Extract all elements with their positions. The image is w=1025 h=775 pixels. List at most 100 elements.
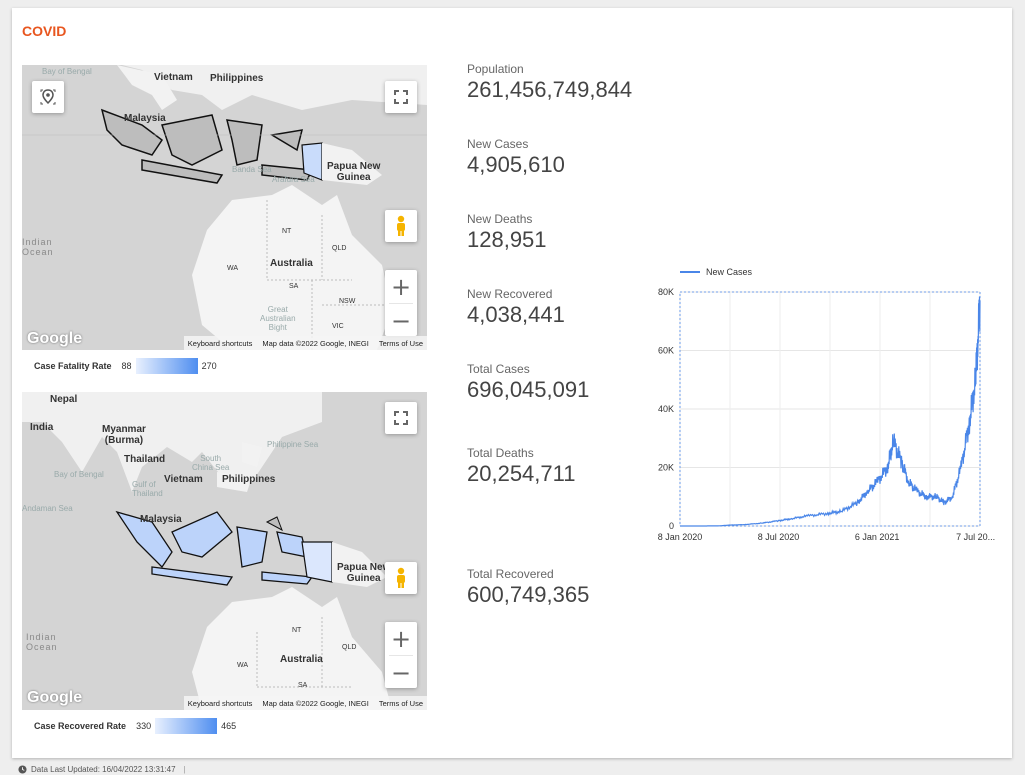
y-tick-label: 20K xyxy=(658,463,674,473)
map-data-text: Map data ©2022 Google, INEGI xyxy=(262,698,369,708)
zoom-control: + − xyxy=(385,622,417,688)
map-label-andaman: Andaman Sea xyxy=(22,504,73,513)
x-tick-label: 6 Jan 2021 xyxy=(855,532,900,542)
map-label-bay: Bay of Bengal xyxy=(42,67,92,76)
legend-max: 270 xyxy=(201,361,217,371)
y-tick-label: 60K xyxy=(658,346,674,356)
map-label-nepal: Nepal xyxy=(50,394,78,405)
kpi-value: 128,951 xyxy=(467,227,547,252)
map-label-sa: SA xyxy=(289,283,299,290)
map-label-banda: Banda Sea xyxy=(232,165,272,174)
zoom-out-button[interactable]: − xyxy=(385,304,417,337)
street-view-button[interactable] xyxy=(385,562,417,594)
google-logo: Google xyxy=(27,689,83,706)
dashboard-page: COVID Bay of Bengal Vietnam Philippines … xyxy=(12,8,1012,758)
kpi-value: 20,254,711 xyxy=(467,461,576,486)
legend-min: 88 xyxy=(121,361,132,371)
kpi-new-deaths: New Deaths 128,951 xyxy=(467,212,547,253)
zoom-in-button[interactable]: + xyxy=(385,270,417,303)
map-label-australia: Australia xyxy=(280,654,323,665)
map-label-philippines: Philippines xyxy=(210,73,264,84)
map-label-australia: Australia xyxy=(270,258,313,269)
map-label-qld: QLD xyxy=(332,245,347,252)
kpi-value: 696,045,091 xyxy=(467,377,590,402)
map-attribution: Keyboard shortcuts Map data ©2022 Google… xyxy=(183,696,427,710)
map-label-vietnam: Vietnam xyxy=(154,72,193,83)
legend-gradient xyxy=(155,718,218,734)
last-updated-text: Data Last Updated: 16/04/2022 13:31:47 xyxy=(31,765,176,774)
legend-gradient xyxy=(135,358,198,374)
map-label-myanmar: Myanmar (Burma) xyxy=(102,424,146,446)
terms-of-use-link[interactable]: Terms of Use xyxy=(379,699,423,708)
y-tick-label: 80K xyxy=(658,287,674,297)
map-label-india: India xyxy=(30,422,54,433)
google-logo: Google xyxy=(27,330,83,347)
kpi-value: 261,456,749,844 xyxy=(467,77,633,102)
map-label-gab: Great Australian Bight xyxy=(260,305,296,332)
fullscreen-button[interactable] xyxy=(385,81,417,113)
x-tick-label: 8 Jan 2020 xyxy=(658,532,703,542)
map1-legend: Case Fatality Rate 88 270 xyxy=(34,358,217,374)
x-tick-label: 8 Jul 2020 xyxy=(758,532,800,542)
map-geography xyxy=(22,65,427,350)
map-label-qld: QLD xyxy=(342,644,357,651)
new-cases-line-chart[interactable]: New Cases 0 20K 40K 60K 80K 8 Jan 2020 8 Jul 20… xyxy=(632,256,1002,546)
kpi-label: Total Deaths xyxy=(467,446,534,460)
street-view-button[interactable] xyxy=(385,210,417,242)
terms-of-use-link[interactable]: Terms of Use xyxy=(379,339,423,348)
legend-name: Case Fatality Rate xyxy=(34,361,112,371)
map-label-nt: NT xyxy=(282,228,292,235)
map-label-indian-ocean: Indian Ocean xyxy=(22,237,54,257)
fullscreen-icon xyxy=(394,411,408,425)
y-tick-label: 40K xyxy=(658,404,674,414)
keyboard-shortcuts-link[interactable]: Keyboard shortcuts xyxy=(188,339,253,348)
kpi-new-recovered: New Recovered 4,038,441 xyxy=(467,287,565,328)
map-label-malaysia: Malaysia xyxy=(124,113,166,124)
dashboard-title: COVID xyxy=(22,23,67,39)
footer-divider: | xyxy=(183,765,186,774)
kpi-value: 4,038,441 xyxy=(467,302,565,327)
map-label-arafura: Arafura Sea xyxy=(272,175,315,184)
kpi-total-deaths: Total Deaths 20,254,711 xyxy=(467,446,575,487)
pegman-icon xyxy=(397,567,405,588)
kpi-label: New Cases xyxy=(467,137,529,151)
legend-name: Case Recovered Rate xyxy=(34,721,127,731)
kpi-total-recovered: Total Recovered 600,749,365 xyxy=(467,567,589,608)
map-label-bay: Bay of Bengal xyxy=(54,470,104,479)
kpi-new-cases: New Cases 4,905,610 xyxy=(467,137,565,178)
kpi-label: New Recovered xyxy=(467,287,553,301)
map-case-recovered-rate[interactable]: Nepal India Myanmar (Burma) Thailand Vie… xyxy=(22,392,427,710)
map-geography xyxy=(22,392,427,710)
kpi-label: Total Cases xyxy=(467,362,530,376)
fullscreen-icon xyxy=(394,90,408,104)
footer: Data Last Updated: 16/04/2022 13:31:47 | xyxy=(18,765,186,774)
map-label-scs: South China Sea xyxy=(192,454,230,472)
map-label-philippines: Philippines xyxy=(222,474,276,485)
kpi-total-cases: Total Cases 696,045,091 xyxy=(467,362,589,403)
map-label-png: Papua New Guinea xyxy=(337,562,391,584)
map-label-wa: WA xyxy=(227,265,239,272)
legend-min: 330 xyxy=(136,721,152,731)
map-case-fatality-rate[interactable]: Bay of Bengal Vietnam Philippines Malays… xyxy=(22,65,427,350)
map-label-sa: SA xyxy=(298,682,308,689)
x-tick-label: 7 Jul 20... xyxy=(956,532,995,542)
kpi-label: Population xyxy=(467,62,524,76)
map-label-philsea: Philippine Sea xyxy=(267,440,319,449)
legend-label: New Cases xyxy=(706,267,753,277)
location-button[interactable] xyxy=(32,81,64,113)
zoom-in-button[interactable]: + xyxy=(385,622,417,655)
kpi-value: 4,905,610 xyxy=(467,152,565,177)
fullscreen-button[interactable] xyxy=(385,402,417,434)
map-label-png: Papua New Guinea xyxy=(327,161,381,183)
map-label-thailand: Thailand xyxy=(124,454,166,465)
keyboard-shortcuts-link[interactable]: Keyboard shortcuts xyxy=(188,699,253,708)
kpi-label: Total Recovered xyxy=(467,567,554,581)
map-label-wa: WA xyxy=(237,662,249,669)
legend-max: 465 xyxy=(221,721,237,731)
zoom-out-button[interactable]: − xyxy=(385,656,417,689)
kpi-label: New Deaths xyxy=(467,212,533,226)
map-attribution: Keyboard shortcuts Map data ©2022 Google… xyxy=(183,336,427,350)
map-data-text: Map data ©2022 Google, INEGI xyxy=(262,338,369,348)
map2-legend: Case Recovered Rate 330 465 xyxy=(34,718,236,734)
map-label-indian-ocean: Indian Ocean xyxy=(26,632,58,652)
